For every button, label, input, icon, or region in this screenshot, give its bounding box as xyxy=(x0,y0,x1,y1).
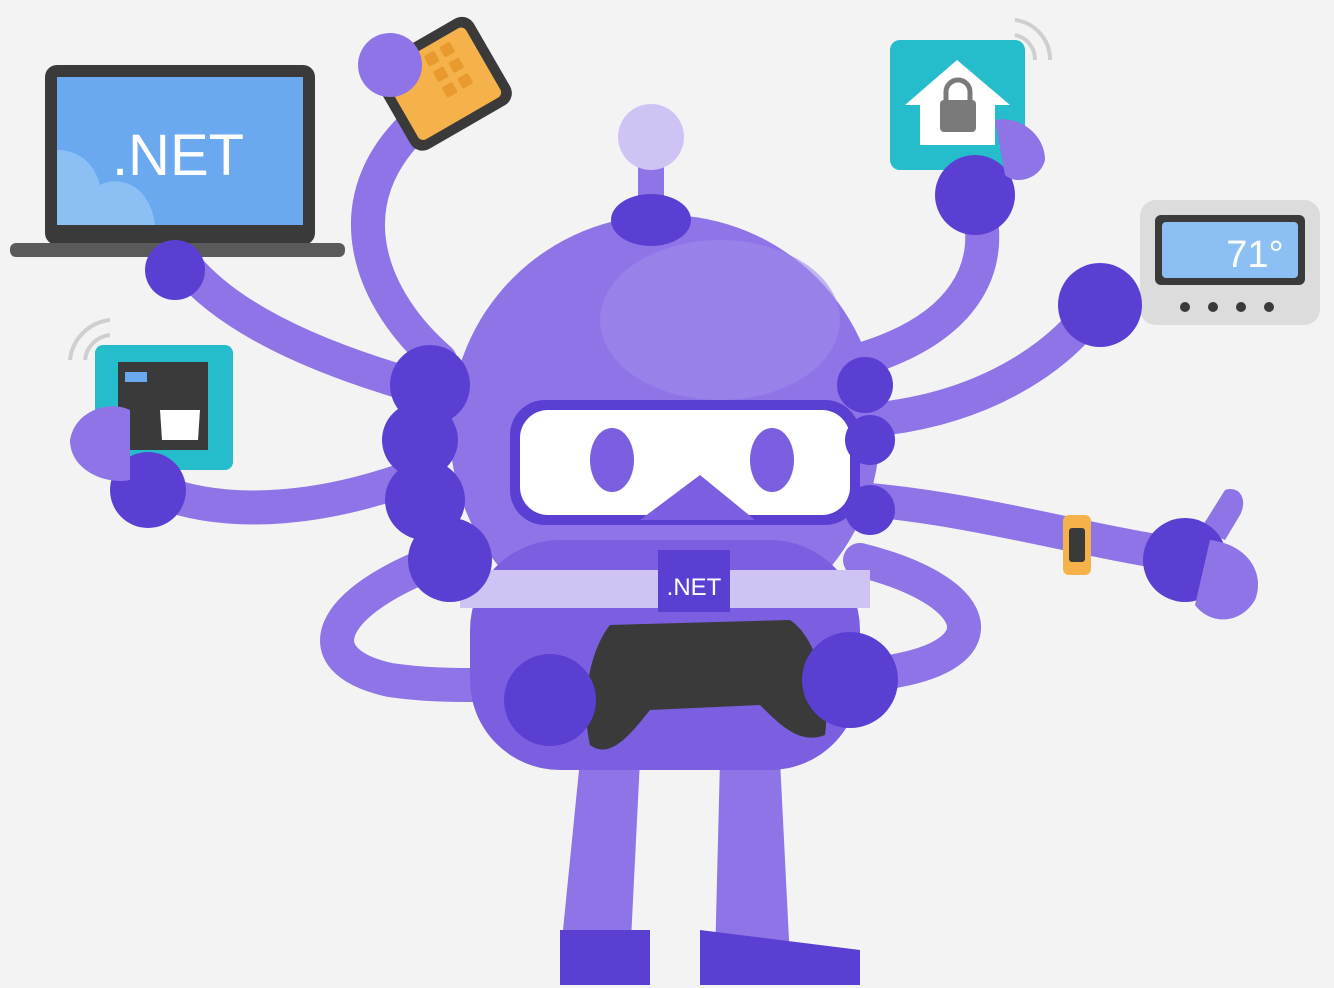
coffee-display xyxy=(125,372,147,382)
coffee-cup-icon xyxy=(160,410,200,440)
watch-face xyxy=(1069,528,1085,562)
thermostat-dot xyxy=(1180,302,1190,312)
joint xyxy=(408,518,492,602)
left-hand xyxy=(504,654,596,746)
thermostat: 71° xyxy=(1058,200,1320,347)
antenna-ball xyxy=(618,104,684,170)
joint xyxy=(837,357,893,413)
thermostat-hand xyxy=(1058,263,1142,347)
laptop: .NET xyxy=(10,65,345,300)
thermostat-dot xyxy=(1264,302,1274,312)
lock-icon xyxy=(940,100,976,132)
arm-watch xyxy=(853,483,1197,572)
antenna xyxy=(611,104,691,246)
smart-home-tile xyxy=(890,18,1053,235)
joint xyxy=(845,485,895,535)
dotnet-bot-illustration: .NET .NET 71° xyxy=(10,16,1320,985)
right-leg xyxy=(715,760,790,960)
face xyxy=(510,400,860,525)
thermostat-temperature: 71° xyxy=(1226,234,1283,276)
laptop-screen-text: .NET xyxy=(112,123,244,188)
smartwatch xyxy=(1063,515,1091,575)
home-hand xyxy=(935,155,1015,235)
laptop-hand xyxy=(145,240,205,300)
arm-phone xyxy=(351,103,457,377)
left-foot xyxy=(560,930,650,985)
joint xyxy=(845,415,895,465)
right-eye xyxy=(750,428,794,492)
head-highlight xyxy=(600,240,840,400)
thermostat-dot xyxy=(1208,302,1218,312)
left-eye xyxy=(590,428,634,492)
legs xyxy=(560,760,860,985)
badge-text: .NET xyxy=(667,574,722,601)
thermostat-dot xyxy=(1236,302,1246,312)
phone-hand xyxy=(358,33,422,97)
antenna-base xyxy=(611,194,691,246)
right-hand xyxy=(802,632,898,728)
right-waving-hand xyxy=(1143,489,1258,620)
coffee-fingers xyxy=(70,406,130,481)
